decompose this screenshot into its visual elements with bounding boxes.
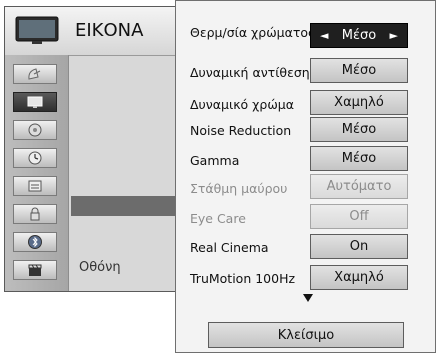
noise-reduction-button[interactable]: Μέσο	[310, 117, 408, 142]
eye-care-button: Off	[310, 204, 408, 229]
tv-icon	[15, 16, 59, 44]
black-level-button: Αυτόματο	[310, 174, 408, 199]
picture-submenu-panel: Θερμ/σία χρώματος ◄ Μέσο ► Δυναμική αντί…	[175, 0, 436, 353]
row-label-trumotion: TruMotion 100Hz	[190, 271, 296, 286]
menu-icon-column	[5, 55, 69, 291]
close-button[interactable]: Κλείσιμο	[208, 322, 404, 348]
row-label-real-cinema: Real Cinema	[190, 240, 269, 255]
row-label-black-level: Στάθμη μαύρου	[190, 181, 288, 196]
screen-menu-item[interactable]: Οθόνη	[79, 260, 121, 275]
dynamic-contrast-button[interactable]: Μέσο	[310, 58, 408, 83]
tv-screen-icon[interactable]	[13, 92, 57, 112]
clapperboard-icon[interactable]	[13, 260, 57, 280]
selection-highlight-bar	[71, 196, 179, 216]
arrow-right-icon[interactable]: ►	[390, 29, 398, 42]
arrow-left-icon[interactable]: ◄	[320, 29, 328, 42]
disc-icon[interactable]	[13, 120, 57, 140]
row-label-eye-care: Eye Care	[190, 211, 246, 226]
row-label-noise-reduction: Noise Reduction	[190, 123, 292, 138]
real-cinema-button[interactable]: On	[310, 234, 408, 259]
row-label-dynamic-color: Δυναμικό χρώμα	[190, 97, 294, 112]
gamma-button[interactable]: Μέσο	[310, 146, 408, 171]
satellite-dish-icon[interactable]	[13, 64, 57, 84]
color-temperature-value: Μέσο	[341, 28, 377, 43]
row-label-gamma: Gamma	[190, 153, 240, 168]
row-label-color-temperature: Θερμ/σία χρώματος	[190, 25, 316, 40]
menu-header: ΕΙΚΟΝΑ	[5, 7, 181, 56]
row-label-dynamic-contrast: Δυναμική αντίθεση	[190, 65, 310, 80]
clock-icon[interactable]	[13, 148, 57, 168]
dynamic-color-button[interactable]: Χαμηλό	[310, 90, 408, 115]
trumotion-button[interactable]: Χαμηλό	[310, 265, 408, 290]
main-menu-panel: ΕΙΚΟΝΑ Οθόνη	[4, 6, 182, 292]
color-temperature-selector[interactable]: ◄ Μέσο ►	[310, 23, 408, 48]
menu-title: ΕΙΚΟΝΑ	[75, 20, 144, 41]
option-box-icon[interactable]	[13, 176, 57, 196]
bluetooth-icon[interactable]	[13, 232, 57, 252]
lock-icon[interactable]	[13, 204, 57, 224]
scroll-down-arrow-icon[interactable]	[303, 294, 313, 302]
